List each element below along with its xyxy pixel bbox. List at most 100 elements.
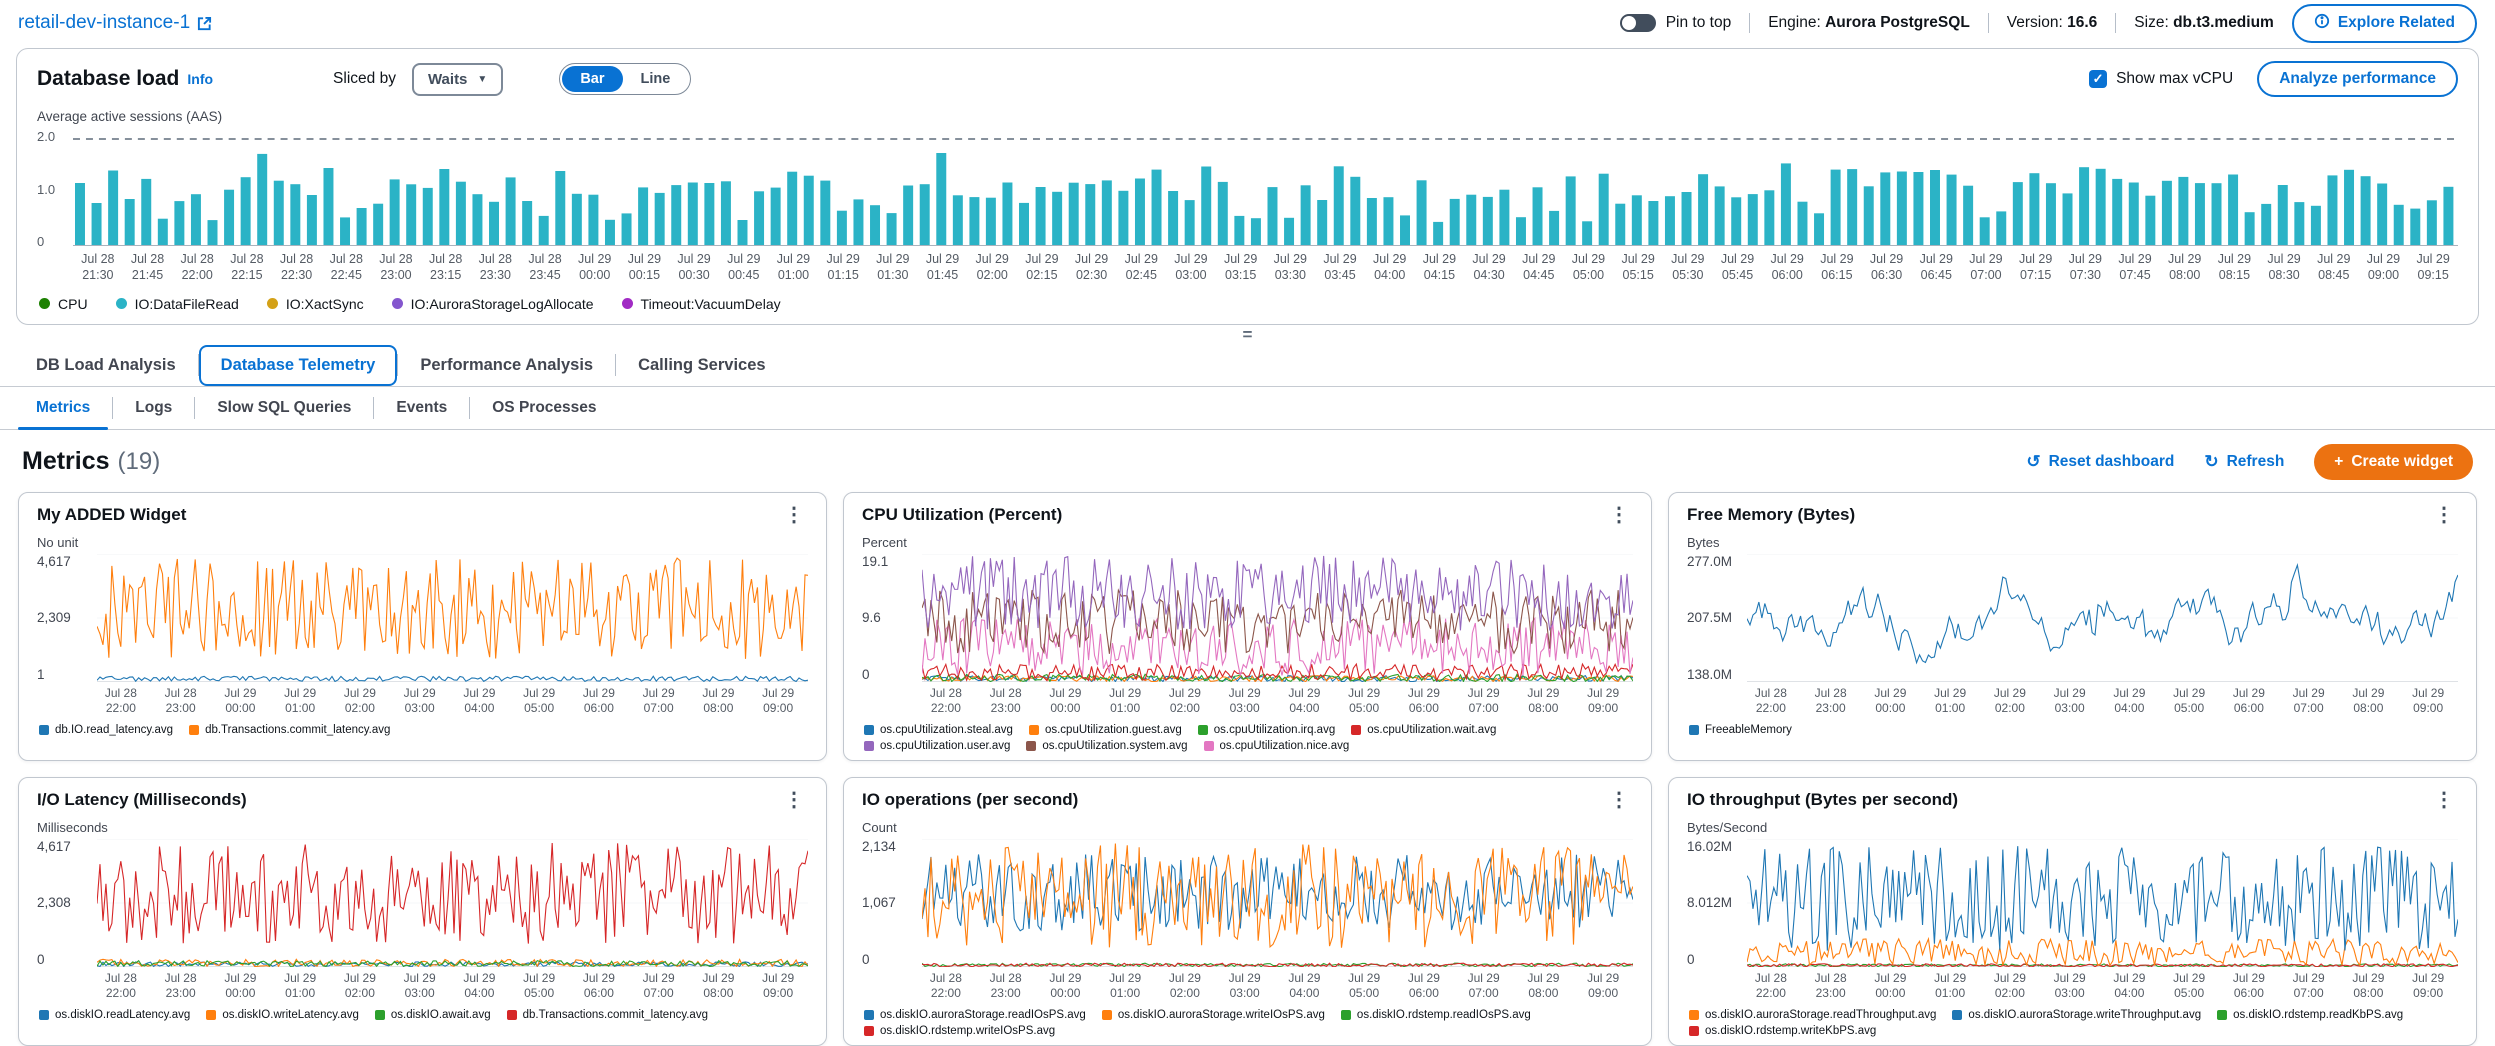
tab-slow-sql-queries[interactable]: Slow SQL Queries [195,387,373,429]
tab-performance-analysis[interactable]: Performance Analysis [398,345,615,386]
create-widget-button[interactable]: + Create widget [2314,444,2473,480]
widget-line-chart[interactable] [922,839,1633,967]
bar-toggle-button[interactable]: Bar [562,66,622,92]
reset-dashboard-link[interactable]: ↺ Reset dashboard [2026,452,2174,472]
widget-menu-button[interactable]: ⋮ [780,505,808,525]
x-axis-tick: Jul 2823:00 [151,686,211,717]
x-axis-tick: Jul 2821:30 [73,251,123,284]
x-axis-tick: Jul 2907:45 [2110,251,2160,284]
x-axis-tick: Jul 2906:00 [1394,971,1454,1002]
legend-item[interactable]: os.cpuUtilization.wait.avg [1351,724,1496,736]
x-axis-tick: Jul 2903:15 [1216,251,1266,284]
x-axis-tick: Jul 2903:00 [2040,971,2100,1002]
widget-chart-area: 4,6172,3080 [37,839,808,967]
legend-item[interactable]: os.diskIO.auroraStorage.writeIOsPS.avg [1102,1009,1325,1021]
widget-legend: os.diskIO.auroraStorage.readIOsPS.avg os.… [864,1009,1633,1037]
legend-item[interactable]: CPU [39,296,88,312]
widget-unit-label: Percent [862,535,1633,550]
legend-item[interactable]: os.diskIO.await.avg [375,1009,491,1021]
legend-item[interactable]: FreeableMemory [1689,724,1792,736]
load-section-resize-handle[interactable]: = [0,325,2495,345]
legend-color-dot [267,298,278,309]
legend-item[interactable]: Timeout:VacuumDelay [622,296,781,312]
legend-item[interactable]: IO:XactSync [267,296,364,312]
x-axis-tick: Jul 2904:00 [2100,686,2160,717]
show-max-vcpu-checkbox[interactable]: ✓ Show max vCPU [2089,70,2233,88]
widget-menu-button[interactable]: ⋮ [2430,790,2458,810]
widget-line-chart[interactable] [97,839,808,967]
legend-color-swatch [1689,725,1699,735]
widget-menu-button[interactable]: ⋮ [1605,790,1633,810]
legend-color-swatch [1689,1026,1699,1036]
legend-item[interactable]: os.diskIO.readLatency.avg [39,1009,190,1021]
external-link-icon [197,16,212,31]
widget-line-chart[interactable] [97,554,808,682]
tab-database-telemetry[interactable]: Database Telemetry [199,345,398,386]
legend-item[interactable]: os.diskIO.rdstemp.readIOsPS.avg [1341,1009,1531,1021]
tab-calling-services[interactable]: Calling Services [616,345,787,386]
legend-item[interactable]: os.cpuUtilization.system.avg [1026,740,1187,752]
refresh-link[interactable]: ↻ Refresh [2204,452,2284,472]
metric-widget: CPU Utilization (Percent)⋮Percent19.19.6… [843,492,1652,761]
legend-item[interactable]: db.Transactions.commit_latency.avg [189,724,390,736]
legend-item[interactable]: os.diskIO.rdstemp.readKbPS.avg [2217,1009,2403,1021]
legend-color-swatch [1341,1010,1351,1020]
widget-chart-area: 4,6172,3091 [37,554,808,682]
legend-color-dot [39,298,50,309]
x-axis-tick: Jul 2903:00 [390,686,450,717]
refresh-icon: ↻ [2204,452,2218,472]
legend-item[interactable]: IO:AuroraStorageLogAllocate [392,296,594,312]
legend-item[interactable]: os.diskIO.auroraStorage.writeThroughput.… [1952,1009,2201,1021]
widget-line-chart[interactable] [922,554,1633,682]
database-load-chart[interactable]: 2.01.00 [37,132,2458,246]
legend-item[interactable]: db.IO.read_latency.avg [39,724,173,736]
line-toggle-button[interactable]: Line [623,66,689,92]
legend-color-swatch [1952,1010,1962,1020]
widget-line-chart[interactable] [1747,554,2458,682]
widget-legend: FreeableMemory [1689,724,2458,736]
legend-item[interactable]: os.cpuUtilization.irq.avg [1198,724,1335,736]
widget-menu-button[interactable]: ⋮ [780,790,808,810]
widget-menu-button[interactable]: ⋮ [2430,505,2458,525]
pin-to-top-toggle[interactable]: Pin to top [1620,14,1732,32]
legend-item[interactable]: IO:DataFileRead [116,296,239,312]
tab-db-load-analysis[interactable]: DB Load Analysis [14,345,198,386]
tab-logs[interactable]: Logs [113,387,194,429]
legend-item[interactable]: os.diskIO.auroraStorage.readIOsPS.avg [864,1009,1086,1021]
analyze-performance-button[interactable]: Analyze performance [2257,61,2458,97]
sliced-by-dropdown[interactable]: Waits ▼ [412,63,503,96]
legend-item[interactable]: os.diskIO.writeLatency.avg [206,1009,359,1021]
x-axis-tick: Jul 2903:00 [2040,686,2100,717]
legend-item[interactable]: db.Transactions.commit_latency.avg [507,1009,708,1021]
metrics-widget-grid: My ADDED Widget⋮No unit4,6172,3091Jul 28… [0,490,2495,1046]
x-axis-tick: Jul 2908:00 [2339,686,2399,717]
instance-title-link[interactable]: retail-dev-instance-1 [18,12,212,34]
metric-widget: IO operations (per second)⋮Count2,1341,0… [843,777,1652,1046]
tab-metrics[interactable]: Metrics [14,387,112,429]
legend-item[interactable]: os.cpuUtilization.nice.avg [1204,740,1350,752]
x-axis-tick: Jul 2905:15 [1613,251,1663,284]
legend-item[interactable]: os.diskIO.auroraStorage.readThroughput.a… [1689,1009,1936,1021]
legend-color-swatch [864,741,874,751]
reset-icon: ↺ [2026,452,2040,472]
x-axis-tick: Jul 2901:45 [918,251,968,284]
legend-item[interactable]: os.cpuUtilization.user.avg [864,740,1010,752]
x-axis-tick: Jul 2905:00 [1334,971,1394,1002]
tab-os-processes[interactable]: OS Processes [470,387,618,429]
x-axis-tick: Jul 2907:00 [1961,251,2011,284]
x-axis-tick: Jul 2903:00 [1215,686,1275,717]
x-axis-tick: Jul 2908:00 [1514,971,1574,1002]
load-bar-chart[interactable] [73,132,2458,246]
legend-item[interactable]: os.diskIO.rdstemp.writeKbPS.avg [1689,1025,1876,1037]
legend-item[interactable]: os.cpuUtilization.guest.avg [1029,724,1182,736]
metric-widget: Free Memory (Bytes)⋮Bytes277.0M207.5M138… [1668,492,2477,761]
tab-events[interactable]: Events [374,387,469,429]
x-axis-tick: Jul 2901:30 [868,251,918,284]
widget-line-chart[interactable] [1747,839,2458,967]
legend-item[interactable]: os.cpuUtilization.steal.avg [864,724,1013,736]
explore-related-icon [2314,13,2330,34]
widget-menu-button[interactable]: ⋮ [1605,505,1633,525]
explore-related-button[interactable]: Explore Related [2292,4,2477,43]
info-link[interactable]: Info [187,71,213,87]
legend-item[interactable]: os.diskIO.rdstemp.writeIOsPS.avg [864,1025,1055,1037]
